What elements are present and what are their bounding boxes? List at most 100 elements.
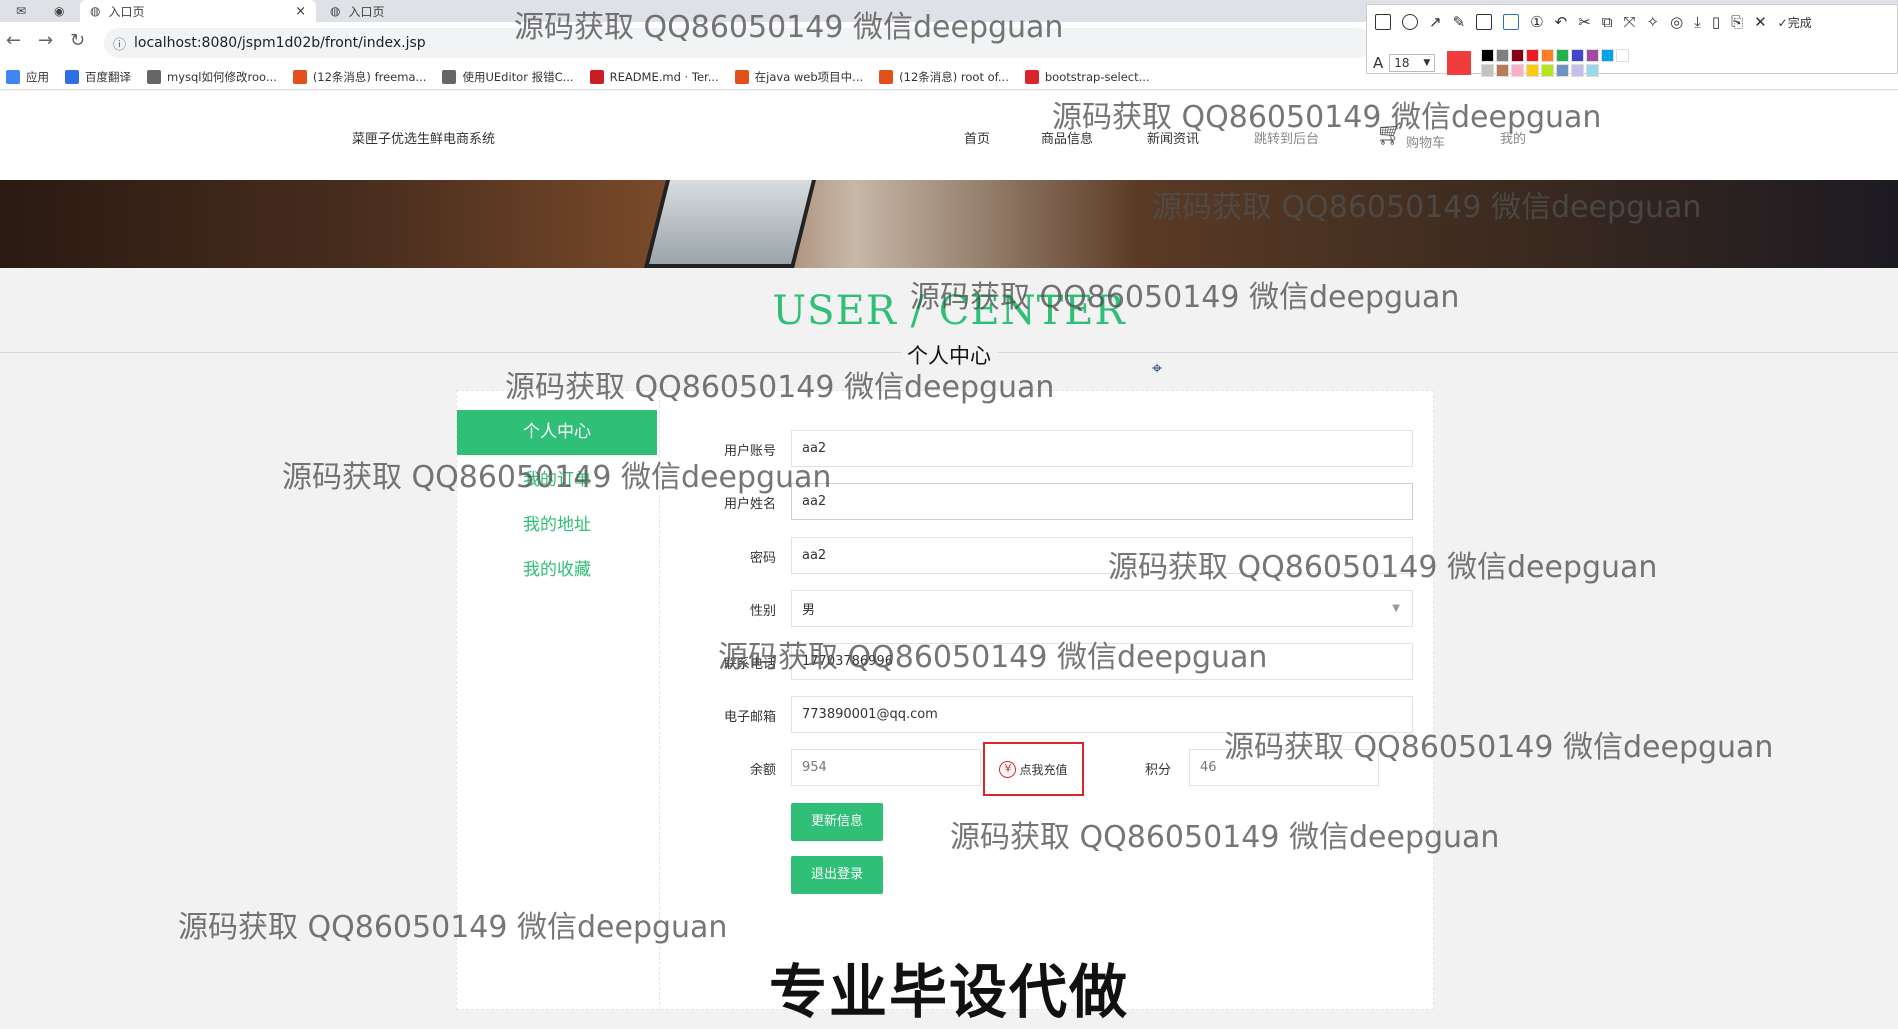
translate-icon[interactable]: ⤧ (1623, 13, 1635, 31)
color-swatch[interactable] (1496, 49, 1510, 62)
ocr-icon[interactable]: ⧉ (1602, 13, 1613, 31)
color-swatch[interactable] (1511, 64, 1525, 77)
color-swatch[interactable] (1511, 49, 1525, 62)
name-value: aa2 (802, 494, 827, 509)
bookmark-item[interactable]: 百度翻译 (65, 69, 131, 85)
password-field[interactable]: aa2 (791, 537, 1413, 574)
bookmark-label: bootstrap-select... (1044, 69, 1150, 84)
ellipse-tool-icon[interactable] (1402, 14, 1418, 30)
mosaic-tool-icon[interactable] (1476, 14, 1493, 30)
color-swatch[interactable] (1571, 49, 1585, 62)
save-icon[interactable]: ⎘ (1731, 13, 1743, 31)
nav-products[interactable]: 商品信息 (1041, 128, 1093, 147)
recharge-button[interactable]: ¥ 点我充值 (983, 742, 1084, 796)
url-text: localhost:8080/jspm1d02b/front/index.jsp (134, 35, 426, 51)
bookmark-item[interactable]: README.md · Ter... (589, 69, 719, 84)
rectangle-tool-icon[interactable] (1375, 14, 1391, 30)
yen-icon: ¥ (999, 760, 1017, 778)
color-swatch[interactable] (1586, 49, 1600, 62)
color-swatch[interactable] (1586, 64, 1600, 77)
email-field[interactable]: 773890001@qq.com (791, 696, 1413, 733)
cart-icon[interactable]: 🛒︎ (1376, 122, 1404, 147)
points-label: 积分 (1145, 763, 1172, 778)
balance-label: 余额 (749, 763, 776, 778)
color-swatch[interactable] (1556, 49, 1570, 62)
tab-label: 入口页 (108, 4, 145, 19)
number-tool-icon[interactable]: ① (1530, 13, 1543, 31)
sidebar-item-profile[interactable]: 个人中心 (457, 410, 657, 455)
done-button[interactable]: ✓完成 (1778, 14, 1812, 31)
magic-icon[interactable]: ✧ (1647, 13, 1660, 31)
account-field[interactable]: aa2 (791, 430, 1413, 467)
gender-label: 性别 (749, 604, 776, 619)
nav-news[interactable]: 新闻资讯 (1147, 128, 1199, 147)
current-color-swatch[interactable] (1447, 51, 1472, 75)
chrome-icon[interactable]: ◉ (44, 0, 74, 22)
gender-select[interactable]: 男 ▼ (791, 590, 1413, 627)
color-swatch[interactable] (1571, 64, 1585, 77)
sidebar-item-orders[interactable]: 我的订单 (457, 465, 657, 490)
color-swatch[interactable] (1526, 49, 1540, 62)
arrow-tool-icon[interactable]: ↗ (1429, 13, 1442, 31)
globe-icon: ◍ (330, 4, 341, 18)
color-swatch[interactable] (1481, 64, 1495, 77)
done-label: 完成 (1787, 15, 1812, 30)
pen-tool-icon[interactable]: ✎ (1453, 13, 1466, 31)
color-swatch[interactable] (1556, 64, 1570, 77)
bookmark-favicon-icon (734, 69, 749, 84)
mail-icon[interactable]: ✉ (6, 0, 36, 22)
nav-mine[interactable]: 我的 (1500, 128, 1526, 147)
nav-admin[interactable]: 跳转到后台 (1254, 128, 1319, 147)
bookmark-item[interactable]: 在java web项目中... (734, 69, 863, 85)
email-value: 773890001@qq.com (802, 707, 938, 722)
bookmark-item[interactable]: (12条消息) root of... (879, 69, 1009, 85)
chevron-down-icon: ▼ (1392, 603, 1400, 614)
color-swatch[interactable] (1526, 64, 1540, 77)
font-size-value: 18 (1394, 56, 1410, 70)
sidebar-item-address[interactable]: 我的地址 (457, 510, 657, 535)
color-swatch[interactable] (1601, 49, 1615, 62)
browser-tab-active[interactable]: ◍ 入口页 × (80, 0, 316, 22)
screenshot-toolbar: ↗ ✎ ① ↶ ✂ ⧉ ⤧ ✧ ◎ ⤓ ▯ ⎘ ✕ ✓完成 A 18 ▼ (1366, 4, 1898, 77)
record-icon[interactable]: ◎ (1670, 13, 1683, 31)
nav-home[interactable]: 首页 (964, 128, 990, 147)
phone-icon[interactable]: ▯ (1712, 13, 1720, 31)
password-label: 密码 (749, 551, 776, 566)
sidebar-item-favorites[interactable]: 我的收藏 (457, 555, 657, 580)
color-swatch[interactable] (1541, 49, 1555, 62)
text-tool-icon[interactable] (1503, 14, 1520, 30)
points-field[interactable]: 46 (1189, 749, 1379, 786)
chevron-down-icon: ▼ (1423, 58, 1431, 68)
close-icon[interactable]: ✕ (1754, 13, 1767, 31)
color-swatch[interactable] (1616, 49, 1630, 62)
bookmark-item[interactable]: 应用 (6, 69, 49, 85)
address-bar[interactable]: ⓘ localhost:8080/jspm1d02b/front/index.j… (104, 28, 1372, 58)
browser-tab[interactable]: ◍ 入口页 (320, 0, 520, 22)
bookmark-item[interactable]: mysql如何修改roo... (147, 69, 277, 85)
undo-icon[interactable]: ↶ (1555, 13, 1568, 31)
bookmark-label: README.md · Ter... (609, 69, 719, 84)
account-value: aa2 (802, 441, 827, 456)
back-icon[interactable]: ← (6, 30, 21, 51)
forward-icon[interactable]: → (38, 30, 53, 51)
tab-label: 入口页 (348, 4, 385, 19)
color-swatch[interactable] (1481, 49, 1495, 62)
bookmark-favicon-icon (589, 69, 604, 84)
pin-icon[interactable]: ✂ (1578, 13, 1591, 31)
balance-field[interactable]: 954 (791, 749, 981, 786)
bookmark-item[interactable]: bootstrap-select... (1024, 69, 1150, 84)
color-swatch[interactable] (1541, 64, 1555, 77)
site-title[interactable]: 菜匣子优选生鲜电商系统 (352, 128, 495, 147)
nav-cart[interactable]: 购物车 (1406, 132, 1445, 151)
logout-button[interactable]: 退出登录 (791, 856, 883, 894)
update-info-button[interactable]: 更新信息 (791, 803, 883, 841)
download-icon[interactable]: ⤓ (1694, 13, 1701, 31)
phone-field[interactable]: 17703786996 (791, 643, 1413, 680)
font-size-select[interactable]: 18 ▼ (1389, 54, 1436, 72)
color-swatch[interactable] (1496, 64, 1510, 77)
bookmark-item[interactable]: (12条消息) freema... (292, 69, 426, 85)
bookmark-item[interactable]: 使用UEditor 报错C... (442, 69, 574, 85)
name-field[interactable]: aa2 (791, 483, 1413, 520)
reload-icon[interactable]: ↻ (70, 30, 85, 51)
tab-close-icon[interactable]: × (295, 4, 306, 19)
